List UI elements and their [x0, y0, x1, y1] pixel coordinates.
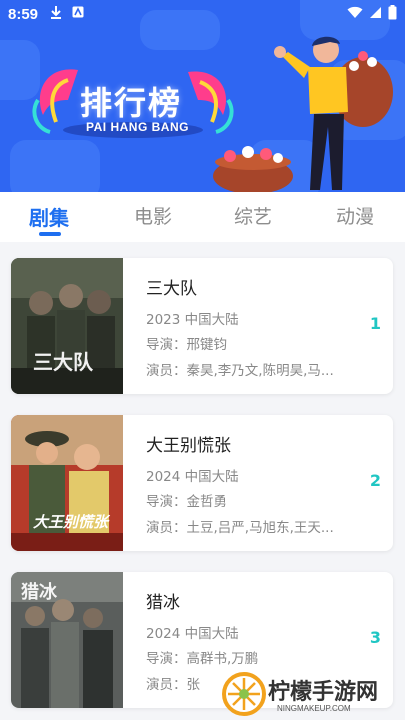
item-title: 三大队: [146, 279, 197, 299]
banner-title-art: 排行榜 PAI HANG BANG: [28, 60, 238, 140]
bg-tile: [10, 140, 100, 192]
item-director: 导演：高群书,万鹏: [146, 651, 259, 667]
poster-title: 猎冰: [21, 582, 57, 603]
download-icon: [50, 5, 62, 23]
poster-image: 三大队: [11, 258, 123, 394]
status-bar: 8:59: [0, 0, 405, 28]
item-year-region: 2024 中国大陆: [146, 469, 239, 485]
signal-icon: [369, 6, 382, 23]
tab-movies[interactable]: 电影: [134, 202, 172, 229]
watermark: 柠檬手游网 NINGMAKEUP.COM: [220, 670, 405, 720]
poster-title: 大王别慌张: [33, 513, 109, 531]
item-title: 大王别慌张: [146, 436, 231, 456]
header-banner: 8:59 排行榜 PAI HANG BANG: [0, 0, 405, 192]
wifi-icon: [347, 6, 363, 23]
ranking-item[interactable]: 三大队 三大队 2023 中国大陆 导演：邢键钧 演员：秦昊,李乃文,陈明昊,马…: [11, 258, 393, 394]
item-title: 猎冰: [146, 593, 180, 613]
watermark-url: NINGMAKEUP.COM: [277, 704, 351, 713]
tab-anime[interactable]: 动漫: [336, 202, 374, 229]
banner-subtitle: PAI HANG BANG: [86, 120, 189, 134]
app-notification-icon: [72, 6, 84, 22]
ranking-item[interactable]: 大王别慌张 大王别慌张 2024 中国大陆 导演：金哲勇 演员：土豆,吕严,马旭…: [11, 415, 393, 551]
tab-active-indicator: [39, 232, 61, 236]
item-director: 导演：邢键钧: [146, 337, 227, 353]
rank-number: 2: [369, 471, 381, 490]
basket-illustration: [213, 146, 293, 192]
category-tabs: 剧集 电影 综艺 动漫: [0, 192, 405, 242]
poster-image: 大王别慌张: [11, 415, 123, 551]
poster-title: 三大队: [33, 350, 93, 374]
poster-image: 猎冰: [11, 572, 123, 708]
lemon-logo-icon: [222, 672, 266, 716]
rank-number: 1: [369, 314, 381, 333]
item-cast: 演员：土豆,吕严,马旭东,王天...: [146, 520, 334, 536]
banner-title: 排行榜: [80, 84, 183, 122]
tab-series[interactable]: 剧集: [29, 202, 69, 231]
item-year-region: 2023 中国大陆: [146, 312, 239, 328]
battery-icon: [388, 4, 397, 24]
item-director: 导演：金哲勇: [146, 494, 227, 510]
item-cast: 演员：秦昊,李乃文,陈明昊,马...: [146, 363, 334, 379]
tab-variety[interactable]: 综艺: [234, 202, 272, 229]
status-time: 8:59: [8, 5, 39, 23]
item-year-region: 2024 中国大陆: [146, 626, 239, 642]
rank-number: 3: [369, 628, 381, 647]
watermark-text: 柠檬手游网: [268, 680, 379, 705]
